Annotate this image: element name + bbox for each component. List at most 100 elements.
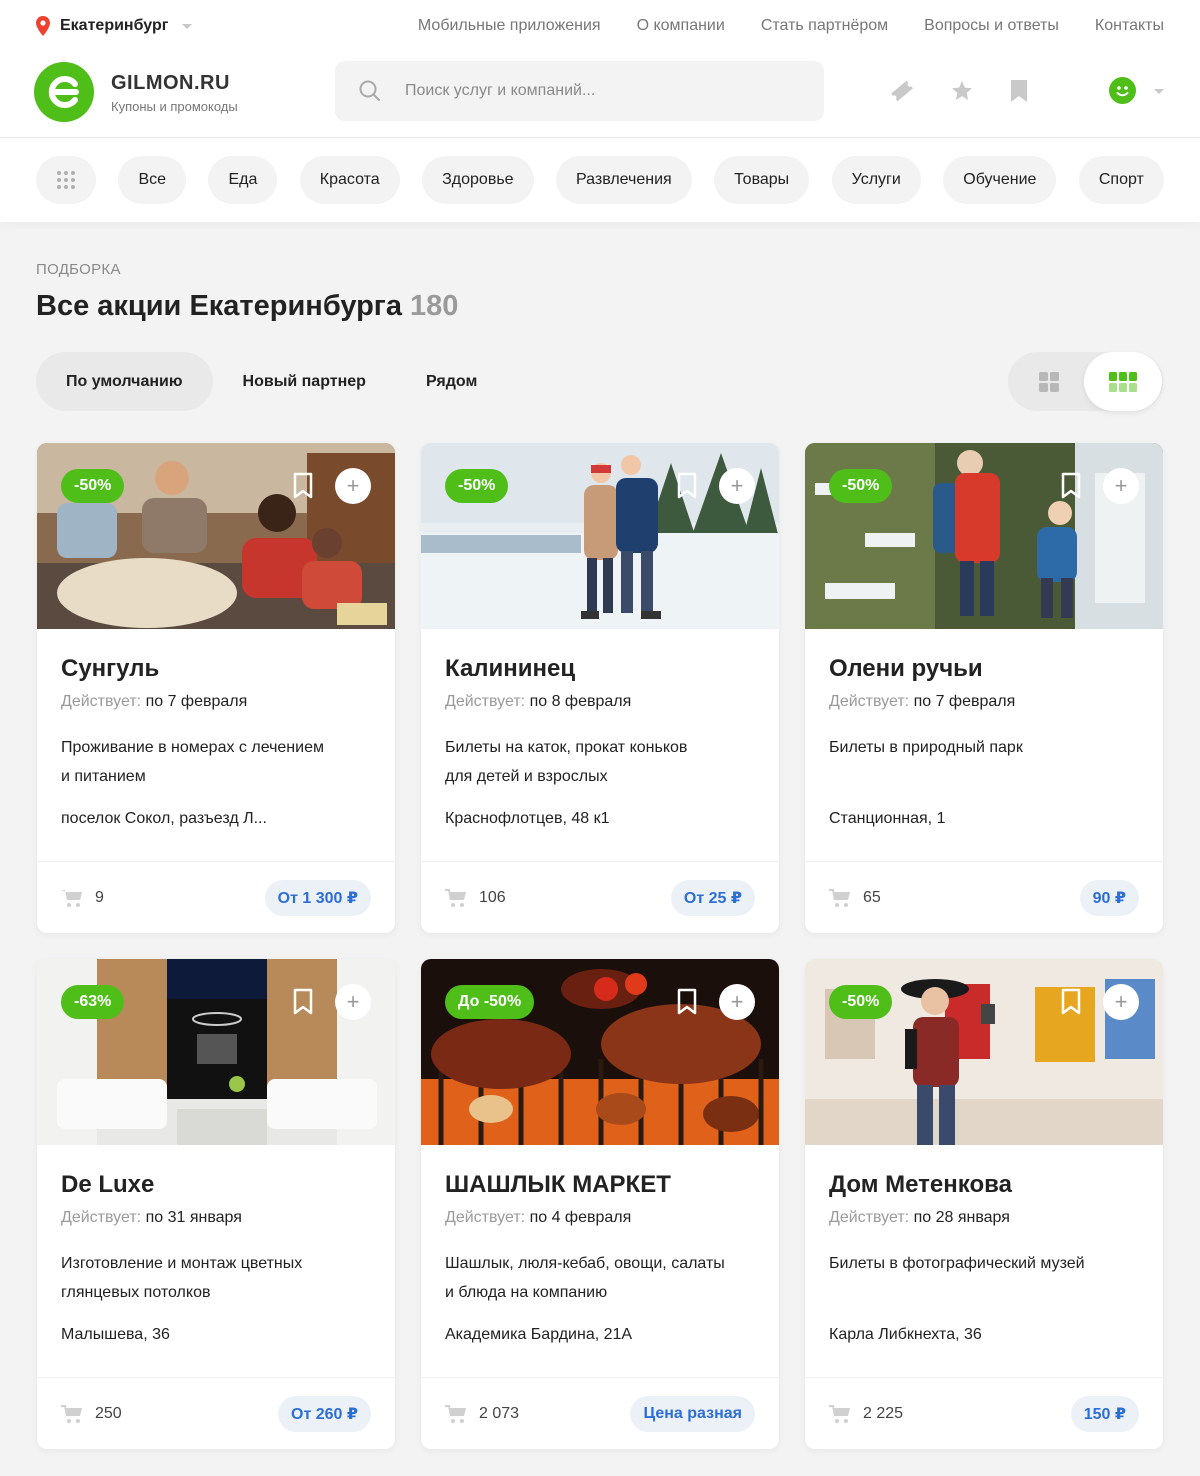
cart-icon bbox=[829, 1405, 850, 1423]
brand[interactable]: GILMON.RU Купоны и промокоды bbox=[111, 72, 238, 114]
add-button[interactable]: + bbox=[1103, 984, 1139, 1020]
offer-title[interactable]: Сунгуль bbox=[61, 655, 159, 683]
sort-nearby[interactable]: Рядом bbox=[396, 352, 507, 411]
validity-date: по 7 февраля bbox=[913, 693, 1016, 710]
category-sport[interactable]: Спорт bbox=[1078, 156, 1164, 204]
search-box[interactable] bbox=[335, 61, 824, 121]
offer-card[interactable]: -50% + Олени ручьи Действует: по 7 февра… bbox=[805, 443, 1163, 933]
description-line-1: Билеты на каток, прокат коньков bbox=[445, 739, 688, 756]
price-badge[interactable]: Цена разная bbox=[630, 1396, 755, 1432]
validity-label: Действует: bbox=[829, 693, 910, 710]
bookmark-icon[interactable] bbox=[292, 472, 314, 500]
brand-tagline: Купоны и промокоды bbox=[111, 99, 238, 114]
bookmark-icon[interactable] bbox=[676, 472, 698, 500]
nav-link-faq[interactable]: Вопросы и ответы bbox=[924, 17, 1059, 35]
category-food[interactable]: Еда bbox=[208, 156, 278, 204]
cart-icon bbox=[829, 889, 850, 907]
search-input[interactable] bbox=[405, 82, 785, 100]
bookmark-icon[interactable] bbox=[292, 988, 314, 1016]
chevron-down-icon[interactable] bbox=[1154, 89, 1164, 94]
price-badge[interactable]: От 25 ₽ bbox=[670, 880, 755, 916]
city-selector[interactable]: Екатеринбург bbox=[36, 16, 193, 36]
divider bbox=[37, 1377, 395, 1378]
validity-date: по 31 января bbox=[145, 1209, 242, 1226]
sold-count: 65 bbox=[863, 889, 881, 906]
view-toggle bbox=[1008, 352, 1163, 411]
offer-title[interactable]: Олени ручьи bbox=[829, 655, 983, 683]
offer-validity: Действует: по 8 февраля bbox=[445, 693, 631, 711]
offer-card[interactable]: -50% + Дом Метенкова Действует: по 28 ян… bbox=[805, 959, 1163, 1449]
category-beauty[interactable]: Красота bbox=[299, 156, 400, 204]
category-all[interactable]: Все bbox=[118, 156, 187, 204]
bookmark-icon[interactable] bbox=[1060, 988, 1082, 1016]
coupon-icon[interactable] bbox=[889, 78, 915, 104]
offer-validity: Действует: по 7 февраля bbox=[829, 693, 1015, 711]
header: GILMON.RU Купоны и промокоды bbox=[0, 52, 1200, 138]
add-button[interactable]: + bbox=[335, 984, 371, 1020]
nav-link-about[interactable]: О компании bbox=[637, 17, 725, 35]
city-name: Екатеринбург bbox=[60, 17, 169, 34]
star-icon[interactable] bbox=[949, 78, 975, 104]
offer-description: Билеты в фотографический музей bbox=[829, 1249, 1139, 1278]
add-button[interactable]: + bbox=[335, 468, 371, 504]
category-entertainment[interactable]: Развлечения bbox=[556, 156, 692, 204]
offer-validity: Действует: по 4 февраля bbox=[445, 1209, 631, 1227]
view-small-grid-button[interactable] bbox=[1084, 352, 1162, 411]
add-button[interactable]: + bbox=[1103, 468, 1139, 504]
category-education[interactable]: Обучение bbox=[943, 156, 1057, 204]
offer-title[interactable]: Калининец bbox=[445, 655, 575, 683]
category-goods[interactable]: Товары bbox=[714, 156, 810, 204]
offers-count: 180 bbox=[410, 290, 459, 322]
offer-description: Проживание в номерах с лечением и питание… bbox=[61, 733, 371, 791]
price-badge[interactable]: От 260 ₽ bbox=[278, 1396, 371, 1432]
offer-card[interactable]: До -50% + ШАШЛЫК МАРКЕТ Действует: по 4 … bbox=[421, 959, 779, 1449]
nav-link-partner[interactable]: Стать партнёром bbox=[761, 17, 888, 35]
category-health[interactable]: Здоровье bbox=[422, 156, 534, 204]
cart-icon bbox=[445, 889, 466, 907]
nav-link-contacts[interactable]: Контакты bbox=[1095, 17, 1164, 35]
validity-date: по 28 января bbox=[913, 1209, 1010, 1226]
offer-card[interactable]: -50% + Калининец Действует: по 8 февраля… bbox=[421, 443, 779, 933]
price-badge[interactable]: 90 ₽ bbox=[1079, 880, 1139, 916]
gilmon-logo-icon[interactable] bbox=[34, 62, 94, 122]
sold-counter: 9 bbox=[61, 888, 104, 908]
sold-counter: 2 225 bbox=[829, 1404, 903, 1424]
sold-counter: 2 073 bbox=[445, 1404, 519, 1424]
all-categories-button[interactable] bbox=[36, 156, 96, 204]
offer-title[interactable]: De Luxe bbox=[61, 1171, 154, 1199]
plus-icon: + bbox=[346, 989, 360, 1014]
offer-card[interactable]: -63% + De Luxe Действует: по 31 января И… bbox=[37, 959, 395, 1449]
location-pin-icon bbox=[36, 16, 50, 36]
validity-label: Действует: bbox=[61, 1209, 142, 1226]
price-badge[interactable]: От 1 300 ₽ bbox=[264, 880, 371, 916]
top-nav: Мобильные приложения О компании Стать па… bbox=[418, 17, 1164, 35]
sort-default[interactable]: По умолчанию bbox=[36, 352, 213, 411]
sort-new-partner[interactable]: Новый партнер bbox=[213, 352, 396, 411]
search-icon bbox=[359, 80, 380, 101]
plus-icon: + bbox=[1114, 473, 1128, 498]
sold-count: 2 225 bbox=[863, 1405, 904, 1422]
sold-counter: 106 bbox=[445, 888, 506, 908]
validity-date: по 8 февраля bbox=[529, 693, 632, 710]
validity-date: по 7 февраля bbox=[145, 693, 248, 710]
bookmark-icon[interactable] bbox=[676, 988, 698, 1016]
offer-validity: Действует: по 31 января bbox=[61, 1209, 242, 1227]
add-button[interactable]: + bbox=[719, 984, 755, 1020]
offer-title[interactable]: ШАШЛЫК МАРКЕТ bbox=[445, 1171, 671, 1199]
user-avatar[interactable] bbox=[1109, 77, 1136, 104]
validity-label: Действует: bbox=[445, 1209, 526, 1226]
offer-card[interactable]: -50% + Сунгуль Действует: по 7 февраля П… bbox=[37, 443, 395, 933]
price-badge[interactable]: 150 ₽ bbox=[1070, 1396, 1139, 1432]
view-large-grid-button[interactable] bbox=[1010, 352, 1088, 411]
bookmark-icon[interactable] bbox=[1006, 78, 1032, 104]
description-line-1: Билеты в фотографический музей bbox=[829, 1255, 1085, 1272]
bookmark-icon[interactable] bbox=[1060, 472, 1082, 500]
add-button[interactable]: + bbox=[719, 468, 755, 504]
brand-name: GILMON.RU bbox=[111, 72, 230, 94]
chevron-down-icon bbox=[182, 23, 193, 29]
description-line-2: и блюда на компанию bbox=[445, 1284, 608, 1301]
grid-3x2-icon bbox=[1109, 371, 1137, 392]
offer-title[interactable]: Дом Метенкова bbox=[829, 1171, 1012, 1199]
category-services[interactable]: Услуги bbox=[831, 156, 921, 204]
nav-link-mobile-apps[interactable]: Мобильные приложения bbox=[418, 17, 601, 35]
